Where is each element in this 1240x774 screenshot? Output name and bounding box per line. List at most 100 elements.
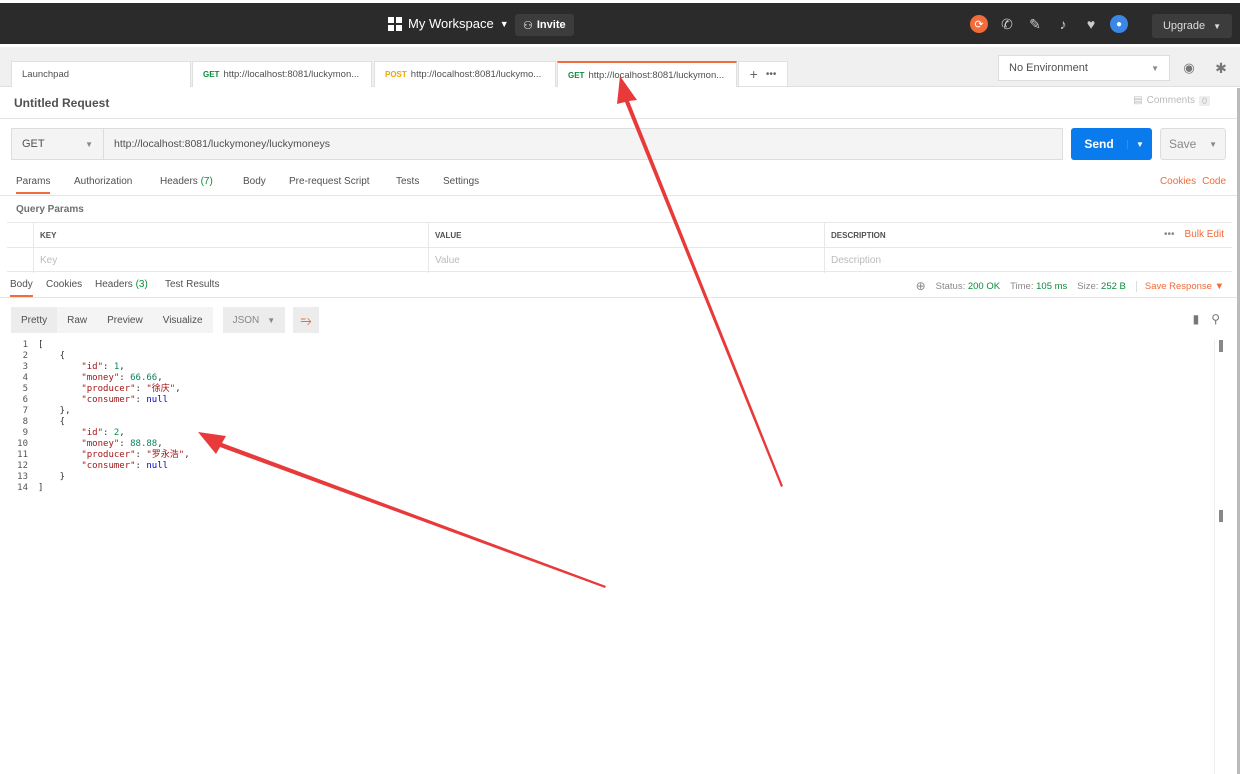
tab-headers-count: (7): [201, 176, 213, 187]
tab-authorization[interactable]: Authorization: [74, 176, 132, 187]
json-value: null: [146, 461, 168, 471]
code-text: },: [38, 406, 71, 417]
time-label: Time:: [1010, 281, 1033, 292]
json-value: "徐庆": [146, 384, 175, 394]
tab-headers[interactable]: Headers (7): [160, 176, 213, 187]
comments-button[interactable]: ▤ Comments 0: [1133, 95, 1210, 106]
tab-url: http://localhost:8081/luckymon...: [223, 69, 359, 80]
line-number: 2: [10, 351, 38, 362]
code-text: "id": 2,: [38, 428, 125, 439]
tab-tests[interactable]: Tests: [396, 176, 419, 187]
response-tab-test-results[interactable]: Test Results: [165, 279, 219, 290]
tab-body[interactable]: Body: [243, 176, 266, 187]
workspace-grid-icon: [388, 17, 402, 31]
bulk-edit-link[interactable]: Bulk Edit: [1185, 229, 1224, 240]
tab-get-1[interactable]: GET http://localhost:8081/luckymon...: [192, 61, 372, 87]
invite-button[interactable]: ⚇ Invite: [515, 14, 574, 36]
sync-icon[interactable]: ⟳: [970, 15, 988, 33]
caret-down-icon: ▼: [1151, 64, 1159, 73]
more-icon[interactable]: •••: [766, 69, 777, 80]
code-link[interactable]: Code: [1202, 176, 1226, 187]
line-number: 7: [10, 406, 38, 417]
code-line: 11 "producer": "罗永浩",: [10, 450, 190, 461]
tab-label: Launchpad: [22, 69, 69, 80]
bell-icon[interactable]: ♪: [1054, 15, 1072, 33]
code-text: "producer": "徐庆",: [38, 384, 181, 395]
view-pretty[interactable]: Pretty: [11, 307, 57, 333]
workspace-label: My Workspace: [408, 16, 494, 31]
save-response-button[interactable]: Save Response ▼: [1136, 281, 1224, 292]
json-key: "consumer": [38, 395, 136, 405]
key-input[interactable]: Key: [33, 248, 428, 273]
tab-headers-label: Headers: [160, 176, 198, 187]
description-input[interactable]: Description: [824, 248, 1232, 273]
line-number: 1: [10, 340, 38, 351]
response-tab-body[interactable]: Body: [10, 279, 33, 297]
query-params-title: Query Params: [16, 204, 84, 215]
save-button[interactable]: Save ▼: [1160, 128, 1226, 160]
code-line: 5 "producer": "徐庆",: [10, 384, 190, 395]
send-button[interactable]: Send ▼: [1071, 128, 1152, 160]
search-icon[interactable]: ⚲: [1211, 312, 1220, 326]
tab-settings[interactable]: Settings: [443, 176, 479, 187]
method-select[interactable]: GET ▼: [11, 128, 103, 160]
workspace-selector[interactable]: My Workspace ▼: [388, 16, 509, 31]
scrollbar[interactable]: [1214, 340, 1226, 774]
line-number: 11: [10, 450, 38, 461]
cookies-link[interactable]: Cookies: [1160, 176, 1196, 187]
upgrade-button[interactable]: Upgrade ▼: [1152, 14, 1232, 38]
response-tab-cookies[interactable]: Cookies: [46, 279, 82, 290]
format-select[interactable]: JSON ▼: [223, 307, 286, 333]
scrollbar-marker: [1219, 510, 1223, 522]
view-raw[interactable]: Raw: [57, 307, 97, 333]
code-line: 4 "money": 66.66,: [10, 373, 190, 384]
scrollbar-marker: [1219, 340, 1223, 352]
tab-method: POST: [385, 70, 407, 79]
view-preview[interactable]: Preview: [97, 307, 153, 333]
environment-select[interactable]: No Environment ▼: [998, 55, 1170, 81]
status-label: Status:: [936, 281, 966, 292]
wrap-lines-icon[interactable]: ⥱: [293, 307, 319, 333]
caret-down-icon: ▼: [267, 316, 275, 325]
avatar[interactable]: ●: [1110, 15, 1128, 33]
json-value: 88.88: [130, 439, 157, 449]
json-key: "money": [38, 439, 119, 449]
caret-down-icon[interactable]: ▼: [1127, 140, 1152, 149]
globe-icon[interactable]: ⊕: [916, 279, 926, 293]
view-visualize[interactable]: Visualize: [153, 307, 213, 333]
method-label: GET: [22, 138, 45, 150]
request-title[interactable]: Untitled Request: [14, 96, 109, 110]
tab-launchpad[interactable]: Launchpad: [11, 61, 191, 87]
tab-prerequest-script[interactable]: Pre-request Script: [289, 176, 370, 187]
plus-icon[interactable]: +: [750, 66, 758, 82]
json-value: "罗永浩": [146, 450, 184, 460]
tab-post[interactable]: POST http://localhost:8081/luckymo...: [374, 61, 556, 87]
response-actions: ▮ ⚲: [1193, 312, 1220, 326]
code-text: {: [38, 417, 65, 428]
response-body-code[interactable]: 1[2 {3 "id": 1,4 "money": 66.66,5 "produ…: [10, 340, 190, 494]
value-input[interactable]: Value: [428, 248, 824, 273]
tab-params[interactable]: Params: [16, 176, 50, 194]
heart-icon[interactable]: ♥: [1082, 15, 1100, 33]
gear-icon[interactable]: ✱: [1208, 55, 1234, 81]
code-line: 8 {: [10, 417, 190, 428]
caret-down-icon[interactable]: ▼: [1209, 140, 1217, 149]
tab-get-active[interactable]: GET http://localhost:8081/luckymon...: [557, 61, 737, 87]
more-icon[interactable]: •••: [1164, 229, 1175, 240]
satellite-icon[interactable]: ✆: [998, 15, 1016, 33]
column-header-key: KEY: [33, 223, 428, 248]
code-line: 7 },: [10, 406, 190, 417]
tab-method: GET: [568, 71, 584, 80]
code-line: 3 "id": 1,: [10, 362, 190, 373]
response-headers-label: Headers: [95, 279, 133, 290]
format-label: JSON: [233, 315, 260, 326]
tab-method: GET: [203, 70, 219, 79]
code-text: [: [38, 340, 43, 351]
wrench-icon[interactable]: ✎: [1026, 15, 1044, 33]
response-tab-headers[interactable]: Headers (3): [95, 279, 148, 290]
request-tabs-bar: Launchpad GET http://localhost:8081/luck…: [0, 47, 1240, 87]
url-input[interactable]: http://localhost:8081/luckymoney/luckymo…: [103, 128, 1063, 160]
code-text: "consumer": null: [38, 461, 168, 472]
eye-icon[interactable]: ◉: [1176, 55, 1202, 81]
copy-icon[interactable]: ▮: [1193, 312, 1200, 326]
